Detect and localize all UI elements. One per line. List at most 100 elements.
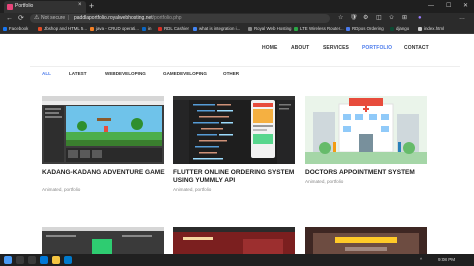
bookmark-java-crud[interactable]: java - CRUD operati...: [90, 25, 139, 33]
vscode-icon[interactable]: [64, 256, 72, 264]
portfolio-filters: ALL LATEST WEBDEVELOPING GAMEDEVELOPING …: [0, 71, 474, 79]
nav-portfolio[interactable]: PORTFOLIO: [362, 45, 392, 51]
rdpos-icon: [346, 26, 350, 31]
extensions-icon[interactable]: ⚙: [363, 14, 368, 23]
bookmark-label: Facebook: [9, 26, 29, 31]
start-icon[interactable]: [4, 256, 12, 264]
bookmark-lte-router[interactable]: LTE Wireless Router...: [294, 25, 344, 33]
bookmark-label: Royal Web Hosting: [254, 26, 292, 31]
bookmark-django[interactable]: django: [390, 25, 409, 33]
project-thumbnail-row2[interactable]: [305, 227, 427, 254]
filter-latest[interactable]: LATEST: [69, 71, 87, 76]
star-icon[interactable]: ☆: [338, 14, 343, 23]
bookmarks-bar: Facebook Jbshop and HTML 5... java - CRU…: [0, 24, 474, 34]
filter-other[interactable]: OTHER: [223, 71, 239, 76]
router-icon: [294, 26, 298, 31]
address-bar-row: ← ⟳ ⚠ Not secure | paddlaportfolio.royal…: [0, 13, 474, 24]
new-tab-icon[interactable]: +: [89, 0, 94, 12]
project-thumbnail[interactable]: [173, 96, 295, 164]
url-input[interactable]: ⚠ Not secure | paddlaportfolio.royalwebh…: [30, 14, 330, 23]
collections-icon[interactable]: ⊞: [402, 14, 407, 23]
django-icon: [390, 26, 394, 31]
project-card[interactable]: FLUTTER ONLINE ORDERING SYSTEM USING YUM…: [173, 96, 297, 221]
clock[interactable]: 9:08 PM: [438, 254, 455, 266]
favorites-icon[interactable]: ✩: [389, 14, 394, 23]
portfolio-page: HOME ABOUT SERVICES PORTFOLIO CONTACT AL…: [0, 35, 474, 254]
nav-about[interactable]: ABOUT: [291, 45, 309, 51]
browser-tab[interactable]: Portfolio ×: [4, 1, 86, 13]
cashier-icon: [158, 26, 162, 31]
project-title[interactable]: FLUTTER ONLINE ORDERING SYSTEM USING YUM…: [173, 169, 297, 185]
project-category: Animated, portfolio: [42, 187, 81, 192]
hospital-illustration: [305, 96, 427, 164]
tray-expand-icon[interactable]: ^: [420, 254, 422, 266]
filter-all[interactable]: ALL: [42, 71, 51, 76]
taskbar: ^ 9:08 PM: [0, 254, 474, 266]
browser-tab-bar: Portfolio × + — ☐ ✕: [0, 0, 474, 13]
security-label[interactable]: Not secure: [41, 15, 65, 21]
web-store-screenshot: [173, 227, 295, 254]
project-category: Animated, portfolio: [305, 179, 344, 184]
editor-screenshot: [42, 227, 164, 254]
hosting-icon: [248, 26, 252, 31]
html5-icon: [38, 26, 42, 31]
task-view-icon[interactable]: [28, 256, 36, 264]
google-icon: [193, 26, 197, 31]
nav-services[interactable]: SERVICES: [323, 45, 349, 51]
bookmark-linkedin[interactable]: in: [142, 25, 151, 33]
back-icon[interactable]: ←: [6, 14, 13, 23]
bookmark-royal-web-hosting[interactable]: Royal Web Hosting: [248, 25, 292, 33]
profile-icon[interactable]: ●: [418, 14, 422, 23]
url-separator: |: [68, 15, 70, 21]
tab-title: Portfolio: [15, 3, 34, 9]
stackoverflow-icon: [90, 26, 94, 31]
search-icon[interactable]: [16, 256, 24, 264]
shield-icon[interactable]: 🛡: [350, 14, 358, 23]
bookmark-label: in: [148, 26, 152, 31]
bookmark-jbshop[interactable]: Jbshop and HTML 5...: [38, 25, 87, 33]
not-secure-icon[interactable]: ⚠: [34, 14, 39, 23]
file-explorer-icon[interactable]: [52, 256, 60, 264]
nav-home[interactable]: HOME: [262, 45, 277, 51]
project-title[interactable]: DOCTORS APPOINTMENT SYSTEM: [305, 169, 429, 177]
refresh-icon[interactable]: ⟳: [18, 14, 24, 23]
minimize-icon[interactable]: —: [428, 0, 434, 12]
maximize-icon[interactable]: ☐: [446, 0, 451, 12]
edge-icon[interactable]: [40, 256, 48, 264]
game-editor-screenshot: [42, 96, 164, 164]
project-card[interactable]: KADANG-KADANG ADVENTURE GAME Animated, p…: [42, 96, 166, 221]
filter-webdeveloping[interactable]: WEBDEVELOPING: [105, 71, 146, 76]
project-card[interactable]: DOCTORS APPOINTMENT SYSTEM Animated, por…: [305, 96, 429, 221]
bookmark-label: java - CRUD operati...: [96, 26, 139, 31]
project-category: Animated, portfolio: [173, 187, 212, 192]
project-title[interactable]: KADANG-KADANG ADVENTURE GAME: [42, 169, 166, 177]
url-text: paddlaportfolio.royalwebhosting.net/port…: [74, 15, 182, 21]
bookmark-label: index.html: [424, 26, 445, 31]
bookmark-rdl-cashier[interactable]: RDL Cashier: [158, 25, 189, 33]
site-navbar: HOME ABOUT SERVICES PORTFOLIO CONTACT: [0, 35, 474, 59]
facebook-icon: [3, 26, 7, 31]
bookmark-integration[interactable]: what is integration i...: [193, 25, 240, 33]
bookmark-label: what is integration i...: [199, 26, 241, 31]
game-menu-screenshot: [305, 227, 427, 254]
bookmark-label: django: [396, 26, 410, 31]
code-editor-screenshot: [173, 96, 295, 164]
bookmark-facebook[interactable]: Facebook: [3, 25, 28, 33]
url-host: paddlaportfolio.royalwebhosting.net: [74, 15, 153, 21]
close-window-icon[interactable]: ✕: [463, 0, 468, 12]
bookmark-index-html[interactable]: index.html: [418, 25, 444, 33]
navbar-divider: [30, 66, 460, 67]
bookmark-rdpos[interactable]: RDpos Ordering: [346, 25, 384, 33]
project-thumbnail-row2[interactable]: [173, 227, 295, 254]
project-thumbnail[interactable]: [42, 96, 164, 164]
project-thumbnail-row2[interactable]: [42, 227, 164, 254]
tab-close-icon[interactable]: ×: [78, 2, 82, 8]
project-thumbnail[interactable]: [305, 96, 427, 164]
split-screen-icon[interactable]: ◫: [376, 14, 382, 23]
bookmark-label: RDL Cashier: [164, 26, 189, 31]
file-icon: [418, 26, 422, 31]
nav-contact[interactable]: CONTACT: [404, 45, 429, 51]
bookmark-label: Jbshop and HTML 5...: [44, 26, 88, 31]
filter-gamedeveloping[interactable]: GAMEDEVELOPING: [163, 71, 207, 76]
menu-icon[interactable]: …: [459, 14, 465, 23]
